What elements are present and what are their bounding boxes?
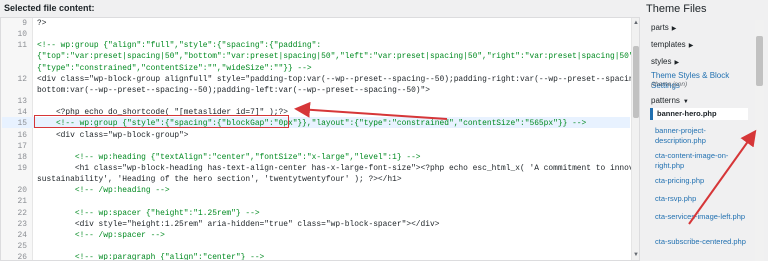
pattern-file-link[interactable]: cta-subscribe-centered.php xyxy=(655,237,753,247)
line-number: 17 xyxy=(17,141,27,151)
code-line[interactable]: ?> xyxy=(37,19,46,29)
tree-scroll-thumb[interactable] xyxy=(756,36,763,86)
line-number: 15 xyxy=(17,119,27,129)
code-line[interactable]: {"type":"constrained","contentSize":"","… xyxy=(37,64,312,74)
pattern-file-link[interactable]: cta-pricing.php xyxy=(655,176,753,186)
line-number: 23 xyxy=(17,219,27,229)
editor-scroll-thumb[interactable] xyxy=(633,46,639,118)
line-number: 18 xyxy=(17,152,27,162)
code-line[interactable]: <!-- /wp:spacer --> xyxy=(37,231,165,241)
code-editor[interactable]: 9 ?> 10 11 <!-- wp:group {"align":"full","st… xyxy=(0,17,640,261)
code-line[interactable]: <h1 class="wp-block-heading has-text-ali… xyxy=(37,164,639,174)
selected-file-label: Selected file content: xyxy=(4,3,95,13)
code-line[interactable]: sustainability', 'Heading of the hero se… xyxy=(37,175,402,185)
folder-patterns[interactable]: patterns ▼ xyxy=(651,96,689,105)
line-number: 14 xyxy=(17,108,27,118)
scroll-up-icon[interactable]: ▲ xyxy=(633,20,639,26)
shortcode-highlight-box xyxy=(34,115,289,128)
code-line[interactable]: bottom:var(--wp--preset--spacing--50);pa… xyxy=(37,86,430,96)
line-number: 26 xyxy=(17,253,27,261)
pattern-file-link[interactable]: cta-content-image-on-right.php xyxy=(655,151,753,170)
scroll-down-icon[interactable]: ▼ xyxy=(633,252,639,258)
line-number: 11 xyxy=(17,41,27,51)
line-number: 21 xyxy=(17,197,27,207)
line-number: 25 xyxy=(17,242,27,251)
theme-styles-sub: (theme.json) xyxy=(651,81,688,88)
folder-templates[interactable]: templates ▶ xyxy=(651,40,693,49)
code-line[interactable]: <!-- wp:group {"align":"full","style":{"… xyxy=(37,41,321,51)
folder-parts[interactable]: parts ▶ xyxy=(651,23,676,32)
code-line[interactable]: <div style="height:1.25rem" aria-hidden=… xyxy=(37,220,440,230)
line-number: 24 xyxy=(17,230,27,240)
folder-styles[interactable]: styles ▶ xyxy=(651,57,679,66)
pattern-file-link[interactable]: cta-rsvp.php xyxy=(655,194,753,204)
caret-right-icon: ▶ xyxy=(688,43,694,49)
code-line[interactable]: <!-- wp:heading {"textAlign":"center","f… xyxy=(37,153,421,163)
pattern-file-link[interactable]: banner-hero.php xyxy=(650,108,748,120)
caret-right-icon: ▶ xyxy=(674,60,680,66)
theme-files-panel: Theme Files parts ▶ templates ▶ styles ▶ Th… xyxy=(643,0,768,261)
code-line[interactable]: <!-- wp:paragraph {"align":"center"} --> xyxy=(37,253,264,260)
code-line[interactable]: <div class="wp-block-group alignfull" st… xyxy=(37,75,639,85)
code-line[interactable]: <!-- /wp:heading --> xyxy=(37,186,170,196)
caret-right-icon: ▶ xyxy=(671,26,677,32)
editor-scrollbar[interactable]: ▲ ▼ xyxy=(631,18,639,260)
code-lines[interactable]: 9 ?> 10 11 <!-- wp:group {"align":"full","st… xyxy=(1,18,639,261)
line-number: 22 xyxy=(17,208,27,218)
pattern-file-link[interactable]: cta-services-image-left.php xyxy=(655,212,753,222)
line-number: 9 xyxy=(22,19,27,28)
theme-files-tree: parts ▶ templates ▶ styles ▶ Theme Styles &… xyxy=(646,20,754,261)
line-number: 13 xyxy=(17,97,27,107)
tree-scrollbar[interactable] xyxy=(755,20,764,261)
theme-files-title: Theme Files xyxy=(646,3,707,15)
caret-down-icon: ▼ xyxy=(682,99,689,105)
folder-patterns-label: patterns xyxy=(651,96,680,105)
line-number: 16 xyxy=(17,130,27,140)
line-number: 10 xyxy=(17,30,27,40)
folder-parts-label: parts xyxy=(651,23,669,32)
line-number: 20 xyxy=(17,186,27,196)
code-line[interactable]: <div class="wp-block-group"> xyxy=(37,131,189,141)
folder-templates-label: templates xyxy=(651,40,686,49)
line-number: 19 xyxy=(17,163,27,173)
code-line[interactable]: {"top":"var:preset|spacing|50","bottom":… xyxy=(37,52,639,62)
line-number: 12 xyxy=(17,74,27,84)
code-line[interactable]: <!-- wp:spacer {"height":"1.25rem"} --> xyxy=(37,209,260,219)
folder-styles-label: styles xyxy=(651,57,672,66)
pattern-file-link[interactable]: banner-project-description.php xyxy=(655,126,753,145)
